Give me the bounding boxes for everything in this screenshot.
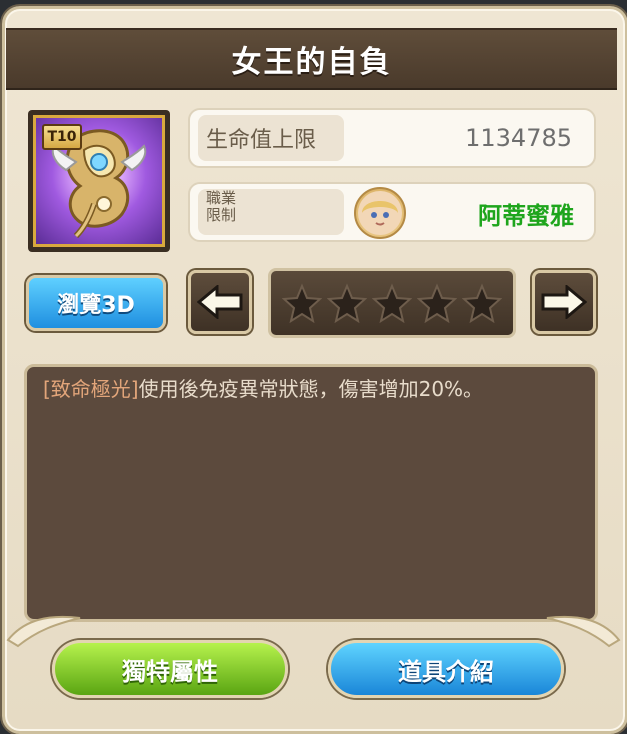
- description-text: [致命極光]使用後免疫異常狀態，傷害增加20%。: [43, 375, 583, 403]
- unique-attributes-button[interactable]: 獨特屬性: [52, 640, 288, 698]
- hp-value: 1134785: [465, 124, 572, 152]
- next-button[interactable]: [532, 270, 596, 334]
- prev-button[interactable]: [188, 270, 252, 334]
- star-icon: [417, 283, 457, 323]
- job-label: 職業 限制: [206, 190, 266, 224]
- character-name: 阿蒂蜜雅: [478, 202, 574, 230]
- star-icon: [327, 283, 367, 323]
- page-title: 女王的自負: [231, 45, 392, 80]
- character-portrait-icon: [358, 191, 402, 235]
- description-panel: [致命極光]使用後免疫異常狀態，傷害增加20%。: [24, 364, 598, 622]
- star-rating: [268, 268, 516, 338]
- title-bar: 女王的自負: [6, 28, 617, 90]
- hp-label: 生命值上限: [206, 128, 317, 153]
- arrow-left-icon: [197, 285, 243, 319]
- star-icon: [282, 283, 322, 323]
- star-icon: [462, 283, 502, 323]
- skill-tag: [致命極光]: [43, 377, 139, 401]
- skill-description: 使用後免疫異常狀態，傷害增加20%。: [138, 377, 484, 401]
- right-leaf-ornament: [546, 615, 621, 648]
- item-introduction-button[interactable]: 道具介紹: [328, 640, 564, 698]
- job-label-line1: 職業: [206, 189, 237, 207]
- arrow-right-icon: [541, 285, 587, 319]
- job-label-line2: 限制: [206, 206, 237, 224]
- character-avatar: [354, 187, 406, 239]
- tier-badge: T10: [42, 124, 82, 150]
- item-slot[interactable]: T10: [28, 110, 170, 252]
- view-3d-button[interactable]: 瀏覽3D: [26, 275, 166, 331]
- job-restriction-row: 職業 限制 阿蒂蜜雅: [188, 182, 596, 242]
- hp-stat-row: 生命值上限 1134785: [188, 108, 596, 168]
- star-icon: [372, 283, 412, 323]
- item-icon-frame: T10: [33, 115, 165, 247]
